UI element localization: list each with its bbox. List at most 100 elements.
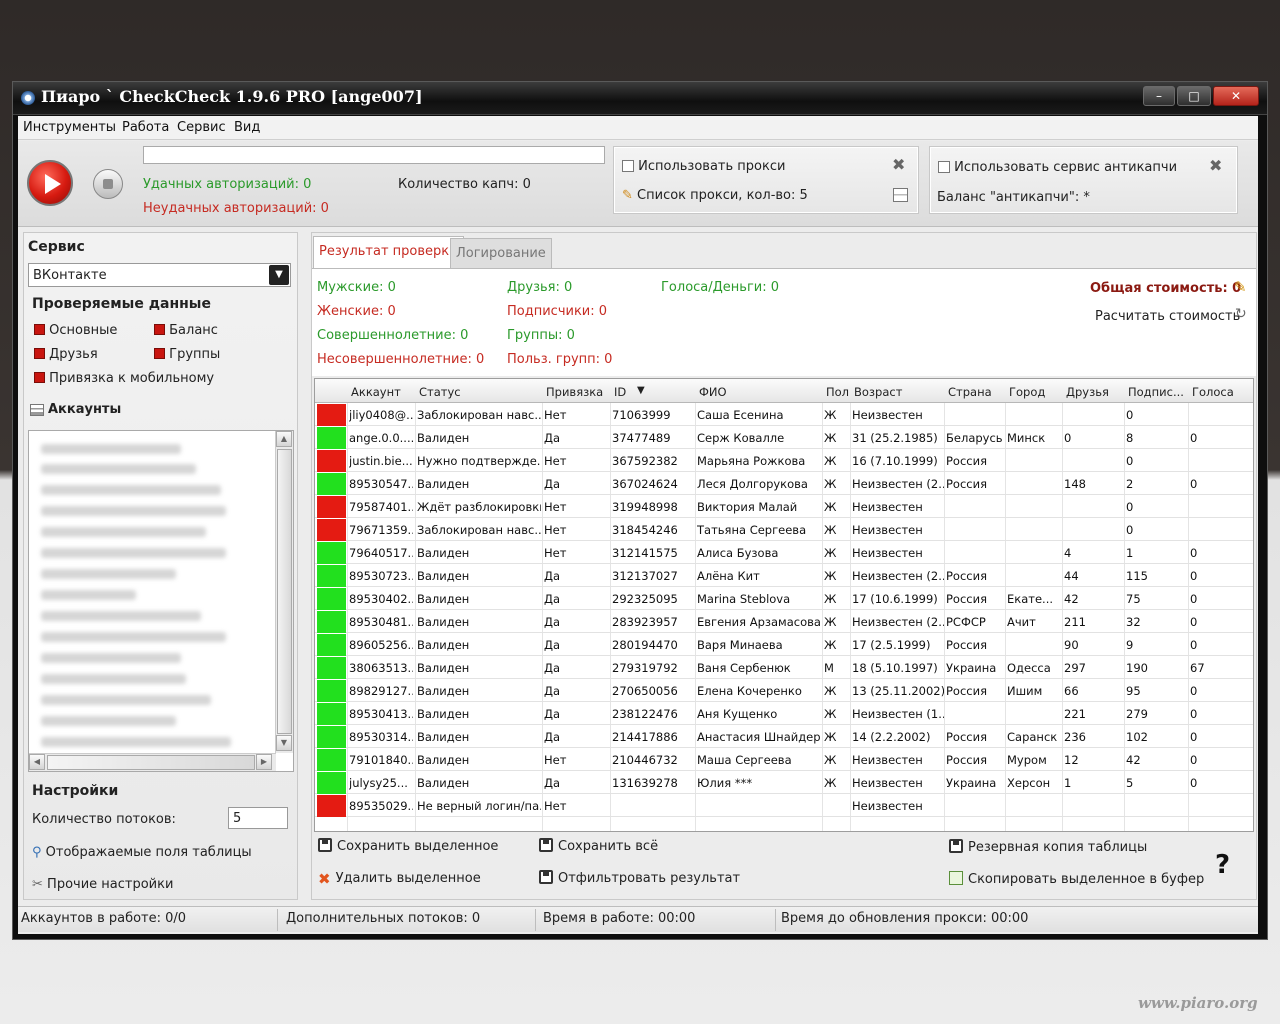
status-bar: Аккаунтов в работе: 0/0 Дополнительных п…	[18, 906, 1258, 932]
table-row[interactable]: 89530723... Валиден Да 312137027 Алёна Кит Ж Н…	[315, 564, 1253, 587]
proxy-list-link[interactable]: ✎ Список прокси, кол-во: 5	[622, 188, 808, 203]
accounts-list[interactable]	[28, 430, 294, 772]
table-row[interactable]: 89530413... Валиден Да 238122476 Аня Кущенко…	[315, 702, 1253, 725]
table-row[interactable]: ange.0.0.... Валиден Да 37477489 Серж Ковалл…	[315, 426, 1253, 449]
column-header-fullname[interactable]: ФИО	[699, 385, 727, 399]
chevron-down-icon[interactable]: ▼	[269, 265, 289, 285]
table-row[interactable]: 89829127... Валиден Да 270650056 Елена Кочер…	[315, 679, 1253, 702]
calc-cost-link[interactable]: Расчитать стоимость	[1095, 309, 1240, 324]
cell-fullname: Алиса Бузова	[697, 546, 779, 560]
menu-tools[interactable]: Инструменты	[23, 120, 116, 135]
scroll-left-icon[interactable]: ◀	[29, 754, 45, 770]
title-bar[interactable]: Пиаро ` CheckCheck 1.9.6 PRO [ange007] –…	[13, 82, 1267, 115]
close-button[interactable]: ✕	[1213, 86, 1259, 106]
other-settings-link[interactable]: ✂ Прочие настройки	[32, 877, 173, 892]
table-row[interactable]: julysy25... Валиден Да 131639278 Юлия *** Ж Не…	[315, 771, 1253, 794]
column-header-gender[interactable]: Пол	[826, 385, 849, 399]
cell-status: Валиден	[417, 638, 470, 652]
cell-status: Валиден	[417, 661, 470, 675]
backup-table-button[interactable]: Резервная копия таблицы	[949, 839, 1147, 855]
column-header-binding[interactable]: Привязка	[546, 385, 603, 399]
column-header-age[interactable]: Возраст	[854, 385, 902, 399]
cell-status: Заблокирован навс...	[417, 523, 541, 537]
save-selected-button[interactable]: Сохранить выделенное	[318, 838, 498, 854]
cell-country: Украина	[946, 661, 997, 675]
summary-panel: Мужские: 0 Женские: 0 Совершеннолетние: …	[312, 268, 1256, 376]
service-select[interactable]: ВКонтакте ▼	[28, 263, 291, 287]
sort-desc-icon[interactable]: ▼	[637, 385, 645, 396]
tools-icon[interactable]: ✖	[1209, 156, 1222, 175]
cell-subscribers: 42	[1126, 753, 1141, 767]
column-header-account[interactable]: Аккаунт	[351, 385, 401, 399]
cell-id: 280194470	[612, 638, 678, 652]
results-table[interactable]: Аккаунт Статус Привязка ID ФИО Пол Возраст Стра…	[314, 378, 1254, 832]
list-icon[interactable]	[893, 188, 908, 202]
refresh-icon[interactable]: ↻	[1235, 306, 1247, 322]
scroll-right-icon[interactable]: ▶	[256, 754, 272, 770]
scroll-up-icon[interactable]: ▲	[276, 431, 292, 447]
column-header-friends[interactable]: Друзья	[1066, 385, 1109, 399]
cell-country: Россия	[946, 638, 988, 652]
table-row[interactable]: justin.bie... Нужно подтвержде... Нет 36759…	[315, 449, 1253, 472]
check-friends[interactable]: Друзья	[34, 347, 98, 362]
table-row[interactable]: 89530481... Валиден Да 283923957 Евгения Арз…	[315, 610, 1253, 633]
column-header-city[interactable]: Город	[1009, 385, 1045, 399]
check-basic[interactable]: Основные	[34, 323, 117, 338]
table-fields-link[interactable]: ⚲ Отображаемые поля таблицы	[32, 845, 252, 860]
accounts-vertical-scrollbar[interactable]: ▲ ▼	[275, 431, 293, 753]
table-row[interactable]: jliy0408@... Заблокирован навс... Нет 71063…	[315, 403, 1253, 426]
check-mobile[interactable]: Привязка к мобильному	[34, 371, 214, 386]
scroll-thumb[interactable]	[47, 755, 255, 770]
table-row[interactable]: 89530314... Валиден Да 214417886 Анастасия Ш…	[315, 725, 1253, 748]
cell-subscribers: 32	[1126, 615, 1141, 629]
cell-binding: Да	[544, 569, 561, 583]
column-header-status[interactable]: Статус	[419, 385, 461, 399]
check-groups[interactable]: Группы	[154, 347, 220, 362]
tab-results[interactable]: Результат проверки	[313, 236, 464, 268]
menu-view[interactable]: Вид	[234, 120, 260, 135]
stop-icon[interactable]	[93, 169, 123, 199]
scroll-thumb[interactable]	[277, 449, 292, 734]
table-row[interactable]: 89530402... Валиден Да 292325095 Marina Steb…	[315, 587, 1253, 610]
pencil-icon[interactable]: ✎	[1234, 278, 1247, 296]
threads-input[interactable]: 5	[228, 807, 288, 829]
help-button[interactable]: ?	[1215, 850, 1230, 880]
cell-id: 312137027	[612, 569, 678, 583]
accounts-horizontal-scrollbar[interactable]: ◀ ▶	[29, 753, 276, 771]
fail-auth-count: Неудачных авторизаций: 0	[143, 201, 329, 216]
use-proxy-checkbox[interactable]: Использовать прокси	[622, 159, 785, 174]
column-header-country[interactable]: Страна	[948, 385, 992, 399]
cell-status: Валиден	[417, 615, 470, 629]
cell-account: 89530413...	[349, 707, 413, 721]
table-row[interactable]: 79640517... Валиден Нет 312141575 Алиса Бузо…	[315, 541, 1253, 564]
table-row[interactable]: 79671359... Заблокирован навс... Нет 318454…	[315, 518, 1253, 541]
tab-logging[interactable]: Логирование	[450, 238, 552, 268]
maximize-button[interactable]: □	[1177, 86, 1211, 106]
table-row[interactable]: 89530547... Валиден Да 367024624 Леся Долгор…	[315, 472, 1253, 495]
status-color-marker	[317, 634, 346, 656]
column-header-votes[interactable]: Голоса	[1192, 385, 1234, 399]
use-anticaptcha-checkbox[interactable]: Использовать сервис антикапчи	[938, 160, 1177, 175]
copy-selected-button[interactable]: Скопировать выделенное в буфер	[949, 871, 1204, 887]
table-row[interactable]: 79587401... Ждёт разблокировки Нет 31994899…	[315, 495, 1253, 518]
delete-selected-button[interactable]: ✖ Удалить выделенное	[318, 870, 481, 888]
menu-work[interactable]: Работа	[122, 120, 169, 135]
scroll-down-icon[interactable]: ▼	[276, 735, 292, 751]
filter-result-button[interactable]: Отфильтровать результат	[539, 870, 740, 886]
column-header-id[interactable]: ID	[614, 385, 626, 399]
column-header-subscribers[interactable]: Подпис...	[1128, 385, 1184, 399]
minimize-button[interactable]: –	[1143, 86, 1175, 106]
table-row[interactable]: 89535029... Не верный логин/па... Нет Неизв…	[315, 794, 1253, 817]
check-balance[interactable]: Баланс	[154, 323, 218, 338]
menu-service[interactable]: Сервис	[177, 120, 226, 135]
table-row[interactable]: 38063513... Валиден Да 279319792 Ваня Сербен…	[315, 656, 1253, 679]
cell-binding: Да	[544, 615, 561, 629]
save-all-button[interactable]: Сохранить всё	[539, 838, 658, 854]
cell-age: 17 (2.5.1999)	[852, 638, 931, 652]
table-row[interactable]: 89605256... Валиден Да 280194470 Варя Минаев…	[315, 633, 1253, 656]
status-color-marker	[317, 473, 346, 495]
cell-votes: 67	[1190, 661, 1205, 675]
tools-icon[interactable]: ✖	[892, 155, 905, 174]
play-icon[interactable]	[27, 160, 73, 206]
table-row[interactable]: 79101840... Валиден Нет 210446732 Маша Серге…	[315, 748, 1253, 771]
